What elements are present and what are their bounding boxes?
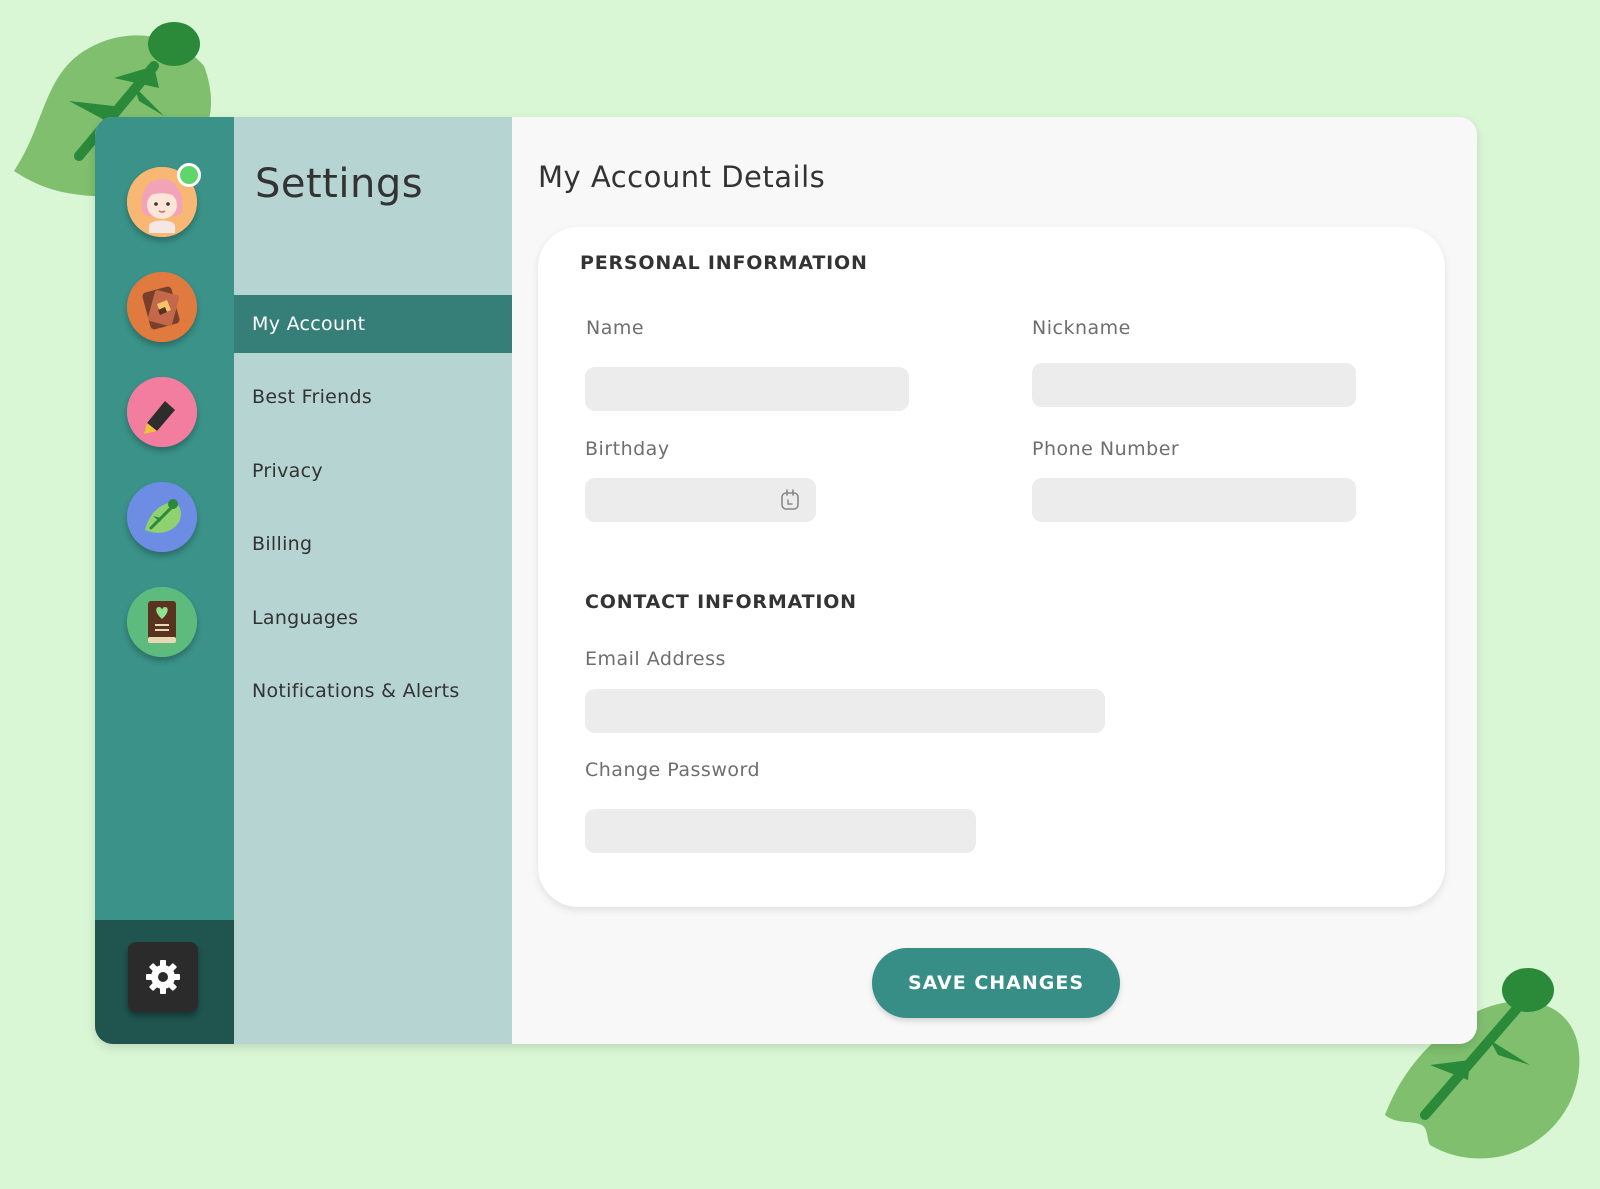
personal-info-heading: PERSONAL INFORMATION <box>580 252 868 274</box>
phone-field[interactable] <box>1032 478 1356 522</box>
email-field[interactable] <box>585 689 1105 733</box>
menu-title: Settings <box>255 161 424 207</box>
birthday-picker <box>585 478 816 522</box>
edit-button[interactable] <box>127 377 197 447</box>
birthday-label: Birthday <box>585 438 670 460</box>
account-details-card: PERSONAL INFORMATION Name Nickname Birth… <box>538 227 1445 907</box>
phone-label: Phone Number <box>1032 438 1180 460</box>
email-label: Email Address <box>585 648 726 670</box>
calendar-icon[interactable] <box>778 488 802 512</box>
online-status-dot <box>177 163 201 187</box>
journal-icon <box>127 587 197 657</box>
gear-icon <box>146 960 180 994</box>
page-title: My Account Details <box>538 160 826 194</box>
password-label: Change Password <box>585 759 761 781</box>
journal-button[interactable] <box>127 587 197 657</box>
menu-item-privacy[interactable]: Privacy <box>234 442 512 500</box>
nickname-field[interactable] <box>1032 363 1356 407</box>
passport-button[interactable] <box>127 272 197 342</box>
icon-rail <box>95 117 234 1044</box>
contact-info-heading: CONTACT INFORMATION <box>585 591 857 613</box>
settings-button[interactable] <box>128 942 198 1012</box>
menu-item-best-friends[interactable]: Best Friends <box>234 368 512 426</box>
leaf-icon <box>127 482 197 552</box>
password-field[interactable] <box>585 809 976 853</box>
settings-menu: Settings My Account Best Friends Privacy… <box>234 117 512 1044</box>
passport-icon <box>127 272 197 342</box>
nickname-label: Nickname <box>1032 317 1131 339</box>
settings-window: Settings My Account Best Friends Privacy… <box>95 117 1477 1044</box>
menu-item-billing[interactable]: Billing <box>234 515 512 573</box>
menu-item-my-account[interactable]: My Account <box>234 295 512 353</box>
main-content: My Account Details PERSONAL INFORMATION … <box>512 117 1477 1044</box>
name-field[interactable] <box>585 367 909 411</box>
pencil-icon <box>127 377 197 447</box>
leaf-button[interactable] <box>127 482 197 552</box>
save-changes-button[interactable]: SAVE CHANGES <box>872 948 1120 1018</box>
rail-bottom-panel <box>95 920 234 1044</box>
menu-item-languages[interactable]: Languages <box>234 589 512 647</box>
profile-avatar[interactable] <box>127 163 201 237</box>
menu-item-notifications[interactable]: Notifications & Alerts <box>234 662 512 720</box>
name-label: Name <box>586 317 645 339</box>
